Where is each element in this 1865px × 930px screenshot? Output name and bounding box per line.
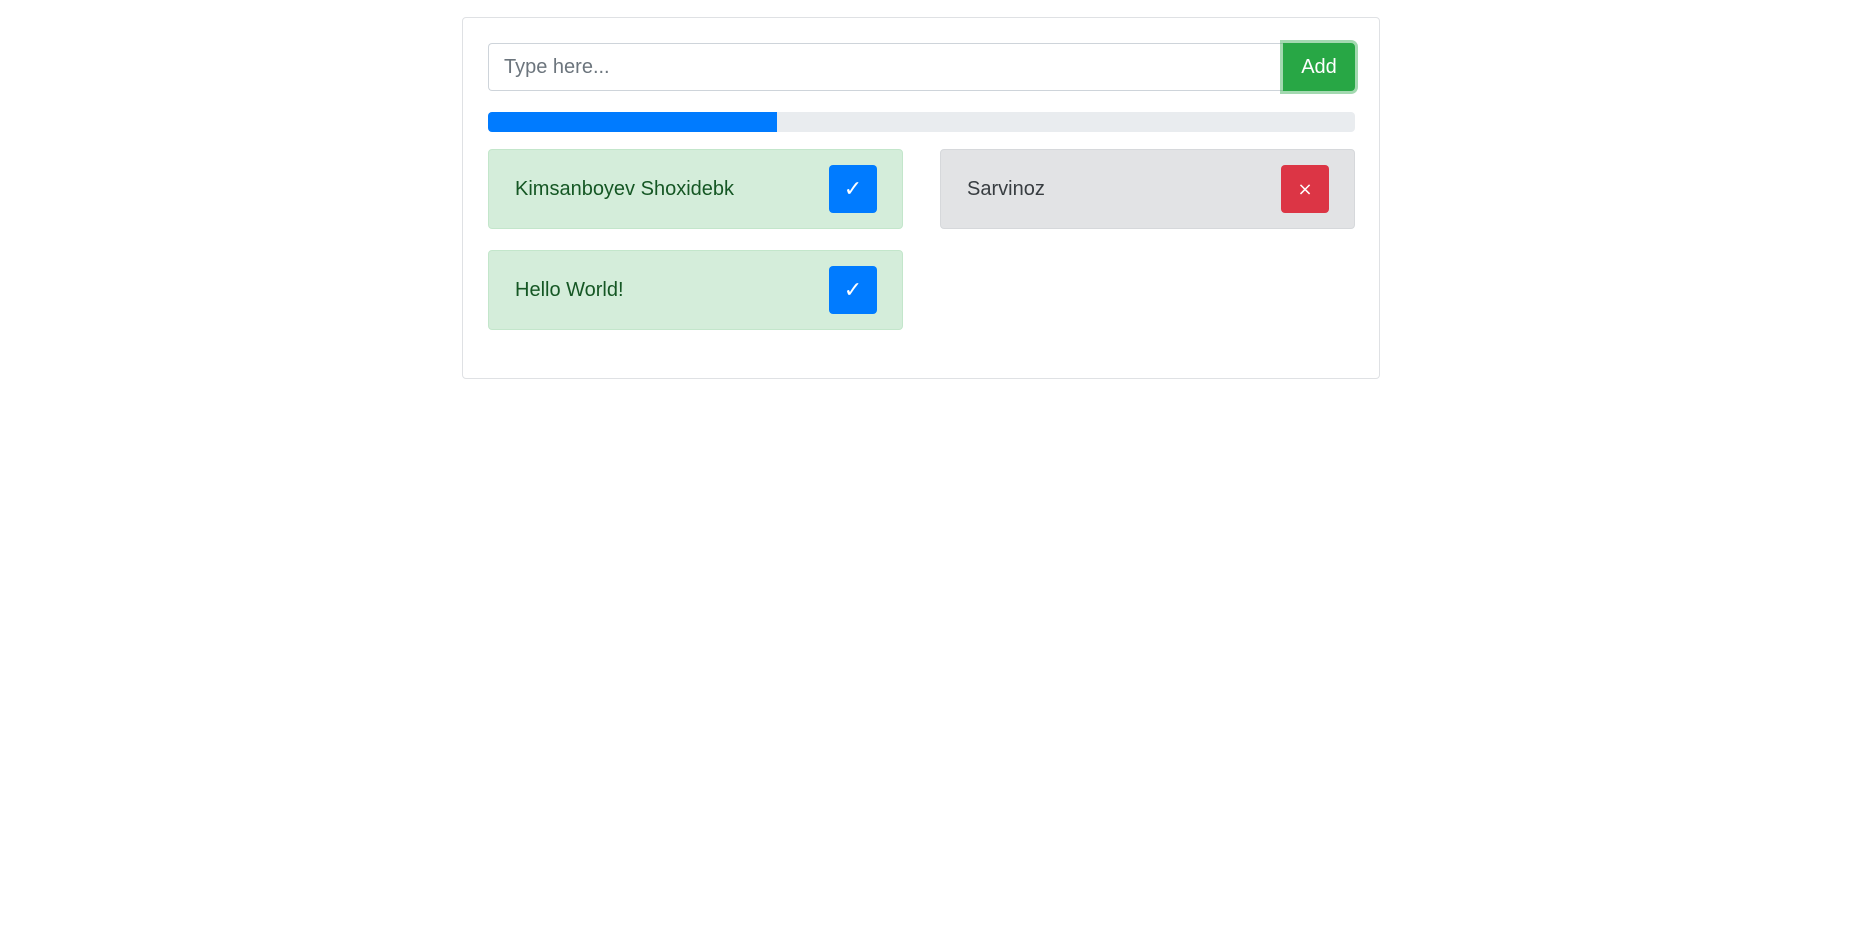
- list-item-label: Sarvinoz: [967, 178, 1045, 200]
- checkmark-icon[interactable]: ✓: [829, 266, 877, 314]
- list-item-label: Hello World!: [515, 279, 624, 301]
- close-icon[interactable]: ×: [1281, 165, 1329, 213]
- todo-card: Add Kimsanboyev Shoxidebk ✓ Sarvinoz × H…: [462, 17, 1380, 379]
- new-item-input[interactable]: [488, 43, 1283, 91]
- list-item: Kimsanboyev Shoxidebk ✓: [488, 149, 903, 229]
- progress-bar-fill: [488, 112, 777, 132]
- progress-bar: [488, 112, 1355, 132]
- checkmark-icon[interactable]: ✓: [829, 165, 877, 213]
- list-item: Hello World! ✓: [488, 250, 903, 330]
- list-item: Sarvinoz ×: [940, 149, 1355, 229]
- add-item-form: Add: [488, 43, 1355, 91]
- add-button[interactable]: Add: [1283, 43, 1355, 91]
- list-item-label: Kimsanboyev Shoxidebk: [515, 178, 735, 200]
